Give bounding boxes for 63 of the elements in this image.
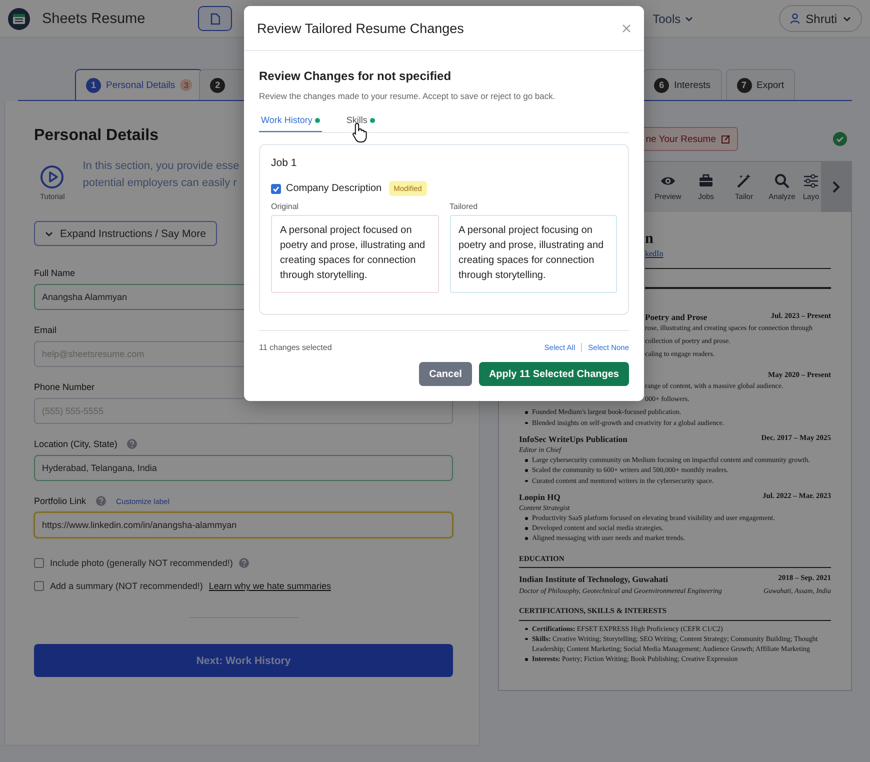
edit-icon [721, 134, 731, 144]
caret-icon [684, 14, 693, 22]
checkbox[interactable] [34, 558, 44, 568]
text-field[interactable]: Hyderabad, Telangana, India [34, 455, 453, 481]
chevron-right-icon [831, 180, 841, 194]
step-tab[interactable]: 1 Personal Details 3 [75, 69, 204, 100]
document-icon [210, 12, 220, 24]
entry-title: InfoSec WriteUps Publication [519, 432, 628, 446]
step-tab[interactable]: 6 Interests [643, 69, 722, 100]
play-icon [40, 165, 64, 189]
expand-instructions-button[interactable]: Expand Instructions / Say More [34, 221, 217, 246]
modal-description: Review the changes made to your resume. Accept to save or reject to go back. [259, 91, 556, 101]
change-label: Company Description [286, 183, 382, 194]
checkbox[interactable] [34, 581, 44, 591]
entry-title: Poetry and Prose [645, 310, 708, 323]
caret-icon [45, 230, 53, 238]
column-label: Tailored [450, 202, 479, 211]
user-icon [790, 13, 800, 24]
resume-link[interactable]: kedIn [645, 248, 664, 260]
modal-heading: Review Changes for not specified [259, 69, 452, 83]
user-menu-button[interactable]: Shruti [778, 5, 862, 32]
search-icon [774, 173, 790, 189]
field-label: Full Name [34, 268, 76, 278]
option-label: Add a summary (NOT recommended!) [50, 581, 203, 591]
sliders-icon [803, 173, 819, 189]
intro-text: In this section, you provide esse [82, 160, 240, 172]
job-title: Job 1 [271, 157, 298, 169]
briefcase-icon [698, 173, 714, 189]
selection-count: 11 changes selected [259, 343, 332, 352]
next-button[interactable]: Next: Work History [34, 644, 453, 677]
close-icon [622, 24, 631, 32]
checkbox[interactable] [271, 184, 281, 194]
document-button[interactable] [198, 6, 232, 31]
field-label: Location (City, State) [34, 439, 118, 449]
scroll-right-button[interactable] [821, 162, 851, 212]
tailored-text: A personal project focusing on poetry and prose, illustrating and creating spaces for connection through storytelling. [450, 215, 617, 293]
count-badge: 3 [180, 79, 192, 91]
tools-menu[interactable]: Tools [652, 12, 693, 26]
entry-title: Loopin HQ [519, 490, 560, 503]
original-text: A personal project focused on poetry and prose, illustrating and creating spaces for connection through storytelling. [271, 215, 438, 293]
hand-cursor-icon [352, 122, 368, 143]
close-button[interactable] [622, 24, 631, 32]
section-title: Personal Details [34, 127, 158, 145]
column-label: Original [271, 202, 300, 211]
section-tab[interactable]: Work History [259, 115, 322, 132]
caret-icon [843, 14, 851, 22]
entry-title: Indian Institute of Technology, Guwahati [519, 573, 668, 586]
check-icon [272, 184, 280, 192]
magic-wand-icon [736, 173, 752, 189]
modal-title: Review Tailored Resume Changes [257, 20, 464, 36]
option-label: Include photo (generally NOT recommended!) [50, 558, 233, 568]
text-field[interactable]: https://www.linkedin.com/in/anangsha-alammyan [34, 512, 453, 538]
logo-icon [8, 8, 30, 30]
field-label: Phone Number [34, 382, 95, 392]
summary-info-link[interactable]: Learn why we hate summaries [208, 581, 331, 591]
field-label: Email [34, 325, 57, 335]
app-name: Sheets Resume [42, 10, 146, 26]
resume-name: n [645, 230, 654, 248]
field-label: Portfolio Link [34, 496, 86, 506]
apply-button[interactable]: Apply 11 Selected Changes [478, 362, 629, 386]
step-tab[interactable]: 7 Export [726, 69, 795, 100]
intro-text: potential employers can easily r [82, 177, 237, 189]
cancel-button[interactable]: Cancel [419, 362, 472, 386]
